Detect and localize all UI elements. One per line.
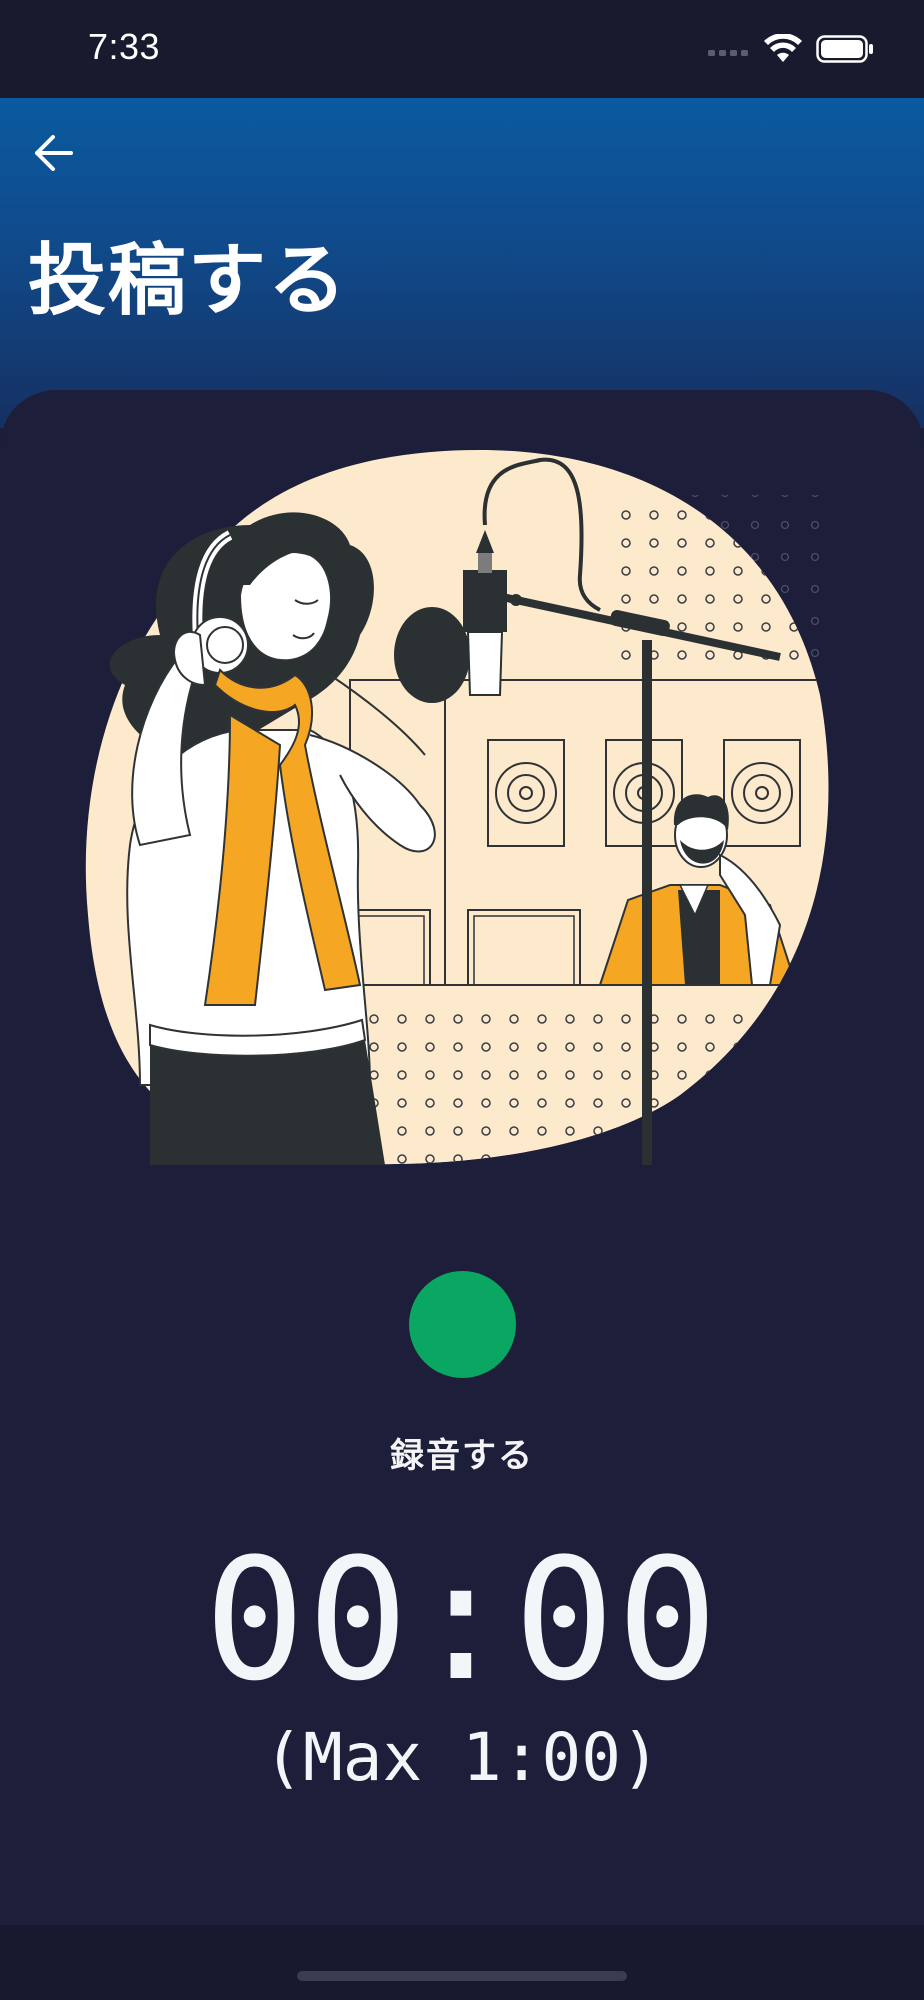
record-label: 録音する: [390, 1436, 534, 1476]
pop-filter: [394, 607, 470, 703]
status-bar: 7:33: [0, 0, 924, 98]
status-time: 7:33: [88, 26, 161, 67]
signal-icon: [708, 42, 750, 61]
max-duration-text: (Max 1:00): [263, 1719, 661, 1796]
record-button[interactable]: [409, 1271, 516, 1378]
page-title: 投稿する: [28, 236, 349, 326]
wifi-icon: [764, 33, 802, 68]
battery-icon: [816, 35, 874, 67]
back-button[interactable]: [30, 130, 76, 176]
arrow-left-icon: [35, 135, 73, 171]
status-icons: [708, 33, 874, 68]
bottom-bar: [0, 1925, 924, 2000]
elapsed-timer: 00:00: [204, 1522, 720, 1718]
recording-screen: 7:33 投稿する 録音する 00:00 (Max 1:00): [0, 0, 924, 2000]
home-indicator[interactable]: [297, 1971, 627, 1981]
recording-studio-illustration: [85, 450, 829, 1165]
